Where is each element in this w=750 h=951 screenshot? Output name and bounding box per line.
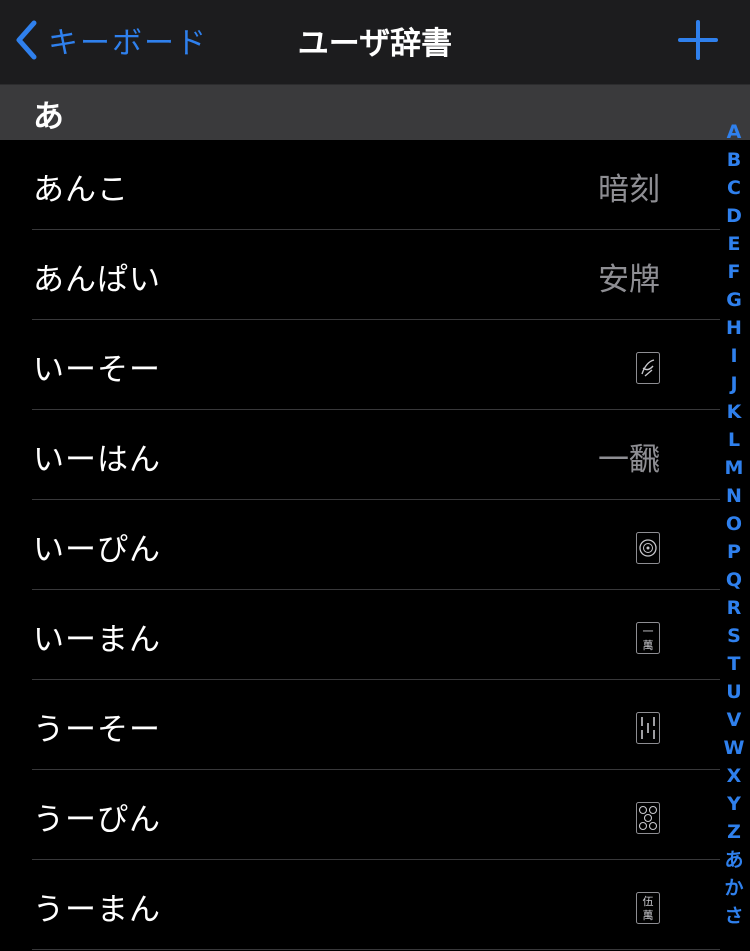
index-letter[interactable]: D (726, 202, 742, 230)
mahjong-1-bamboo-tile-icon (636, 352, 660, 384)
mahjong-5-circle-tile-icon (636, 802, 660, 834)
entry-row[interactable]: あんぱい 安牌 (0, 230, 720, 320)
entry-word: 安牌 (598, 262, 660, 298)
index-letter[interactable]: か (724, 874, 743, 902)
index-letter[interactable]: Z (727, 818, 741, 846)
entry-reading: いーそー (33, 352, 161, 388)
index-letter[interactable]: Q (726, 566, 742, 594)
entry-row[interactable]: うーまん 伍萬 (0, 860, 720, 950)
index-letter[interactable]: L (728, 426, 740, 454)
index-letter[interactable]: O (726, 510, 742, 538)
entry-list: あんこ 暗刻 あんぱい 安牌 いーそー いーはん 一飜 いーぴん いーまん一萬うーそー うーぴんう… (0, 140, 720, 950)
index-letter[interactable]: G (726, 286, 742, 314)
index-letter[interactable]: X (727, 762, 742, 790)
entry-row[interactable]: あんこ 暗刻 (0, 140, 720, 230)
index-letter[interactable]: K (727, 398, 742, 426)
entry-row[interactable]: いーまん 一萬 (0, 590, 720, 680)
index-letter[interactable]: U (726, 678, 741, 706)
index-letter[interactable]: W (724, 734, 745, 762)
tile-character: 一 (643, 625, 654, 638)
entry-row[interactable]: うーそー (0, 680, 720, 770)
index-letter[interactable]: S (727, 622, 741, 650)
mahjong-1-circle-tile-icon (636, 532, 660, 564)
index-letter[interactable]: T (728, 650, 741, 678)
index-letter[interactable]: V (727, 706, 742, 734)
index-letter[interactable]: A (727, 118, 742, 146)
entry-reading: あんぱい (33, 262, 161, 298)
tile-character: 萬 (643, 909, 654, 922)
index-letter[interactable]: あ (724, 846, 743, 874)
entry-word: 暗刻 (598, 172, 660, 208)
entry-reading: あんこ (33, 172, 129, 208)
entry-reading: いーぴん (33, 532, 161, 568)
tile-character: 萬 (643, 639, 654, 652)
plus-icon (678, 20, 718, 64)
entry-reading: うーそー (33, 712, 161, 748)
index-letter[interactable]: E (728, 230, 741, 258)
tile-character: 伍 (643, 895, 654, 908)
section-index-bar[interactable]: ABCDEFGHIJKLMNOPQRSTUVWXYZあかさ (722, 118, 746, 930)
entry-word: 一飜 (598, 442, 660, 478)
index-letter[interactable]: F (728, 258, 741, 286)
index-letter[interactable]: P (727, 538, 741, 566)
index-letter[interactable]: M (725, 454, 744, 482)
entry-row[interactable]: いーそー (0, 320, 720, 410)
index-letter[interactable]: J (730, 370, 737, 398)
index-letter[interactable]: さ (724, 902, 743, 930)
mahjong-5-bamboo-tile-icon (636, 712, 660, 744)
index-letter[interactable]: N (726, 482, 742, 510)
entry-row[interactable]: うーぴん (0, 770, 720, 860)
entry-row[interactable]: いーはん 一飜 (0, 410, 720, 500)
index-letter[interactable]: C (727, 174, 741, 202)
index-letter[interactable]: Y (727, 790, 741, 818)
entry-row[interactable]: いーぴん (0, 500, 720, 590)
mahjong-1-character-tile-icon: 一萬 (636, 622, 660, 654)
page-title: ユーザ辞書 (297, 26, 453, 62)
index-letter[interactable]: I (730, 342, 737, 370)
add-button[interactable] (678, 20, 718, 60)
entry-reading: いーはん (33, 442, 161, 478)
index-letter[interactable]: H (726, 314, 742, 342)
navigation-bar: キーボード ユーザ辞書 (0, 0, 750, 85)
index-letter[interactable]: R (727, 594, 742, 622)
entry-reading: うーまん (33, 892, 161, 928)
index-letter[interactable]: B (727, 146, 741, 174)
entry-reading: いーまん (33, 622, 161, 658)
mahjong-5-character-tile-icon: 伍萬 (636, 892, 660, 924)
section-header-label: あ (33, 99, 64, 135)
entry-reading: うーぴん (33, 802, 161, 838)
section-header: あ (0, 85, 750, 140)
